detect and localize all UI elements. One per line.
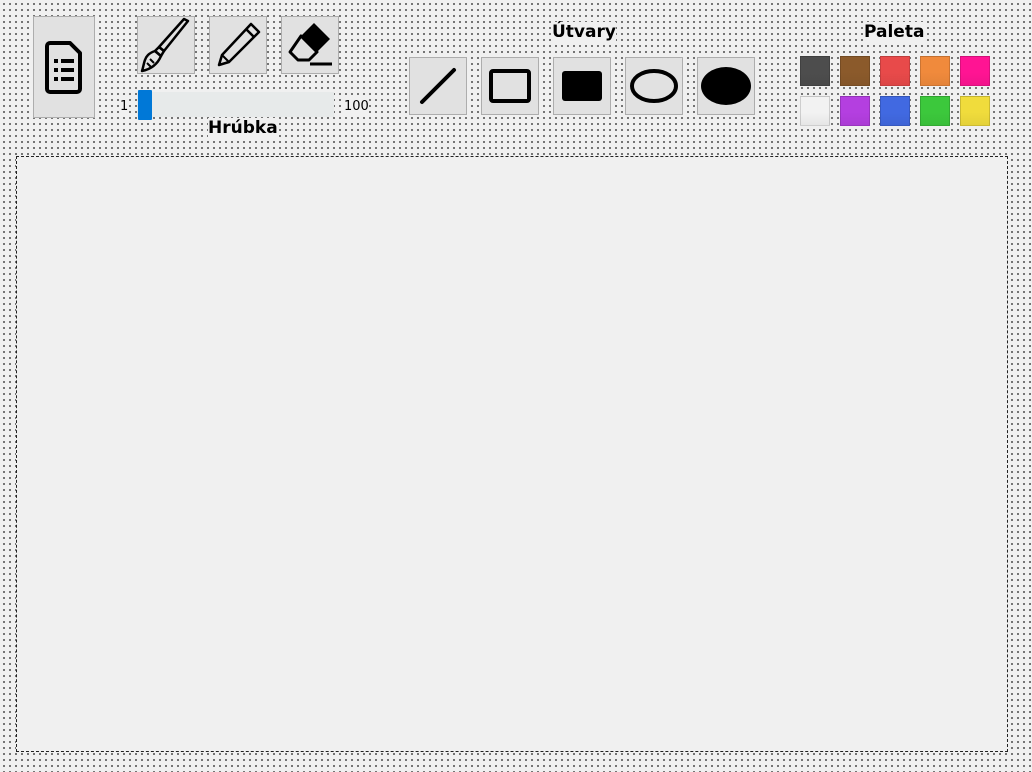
line-icon: [416, 64, 460, 108]
thickness-slider[interactable]: [137, 92, 334, 117]
brush-icon: [138, 17, 194, 73]
file-button[interactable]: [33, 16, 95, 118]
palette-label: Paleta: [864, 22, 925, 42]
drawing-canvas[interactable]: [16, 156, 1008, 752]
eraser-tool-button[interactable]: [281, 16, 339, 74]
shapes-label: Útvary: [552, 22, 616, 42]
brush-tool-button[interactable]: [137, 16, 195, 74]
palette-color-swatch[interactable]: [920, 96, 950, 126]
line-shape-button[interactable]: [409, 57, 467, 115]
filled-ellipse-shape-button[interactable]: [697, 57, 755, 115]
thickness-slider-thumb[interactable]: [138, 90, 152, 120]
palette-color-swatch[interactable]: [840, 56, 870, 86]
rectangle-outline-icon: [488, 68, 532, 104]
palette-color-swatch[interactable]: [880, 56, 910, 86]
palette-color-swatch[interactable]: [880, 96, 910, 126]
ellipse-filled-icon: [700, 66, 752, 106]
palette-color-swatch[interactable]: [800, 56, 830, 86]
palette-color-swatch[interactable]: [920, 56, 950, 86]
filled-rectangle-shape-button[interactable]: [553, 57, 611, 115]
palette-color-swatch[interactable]: [960, 96, 990, 126]
pencil-icon: [213, 20, 263, 70]
document-list-icon: [42, 39, 86, 95]
palette-color-swatch[interactable]: [960, 56, 990, 86]
thickness-min-label: 1: [120, 99, 129, 115]
ellipse-outline-icon: [629, 68, 679, 104]
rectangle-shape-button[interactable]: [481, 57, 539, 115]
rectangle-filled-icon: [560, 68, 604, 104]
thickness-label: Hrúbka: [208, 118, 278, 138]
palette-color-swatch[interactable]: [840, 96, 870, 126]
pencil-tool-button[interactable]: [209, 16, 267, 74]
thickness-max-label: 100: [344, 99, 369, 115]
ellipse-shape-button[interactable]: [625, 57, 683, 115]
palette-color-swatch[interactable]: [800, 96, 830, 126]
eraser-icon: [284, 19, 336, 71]
